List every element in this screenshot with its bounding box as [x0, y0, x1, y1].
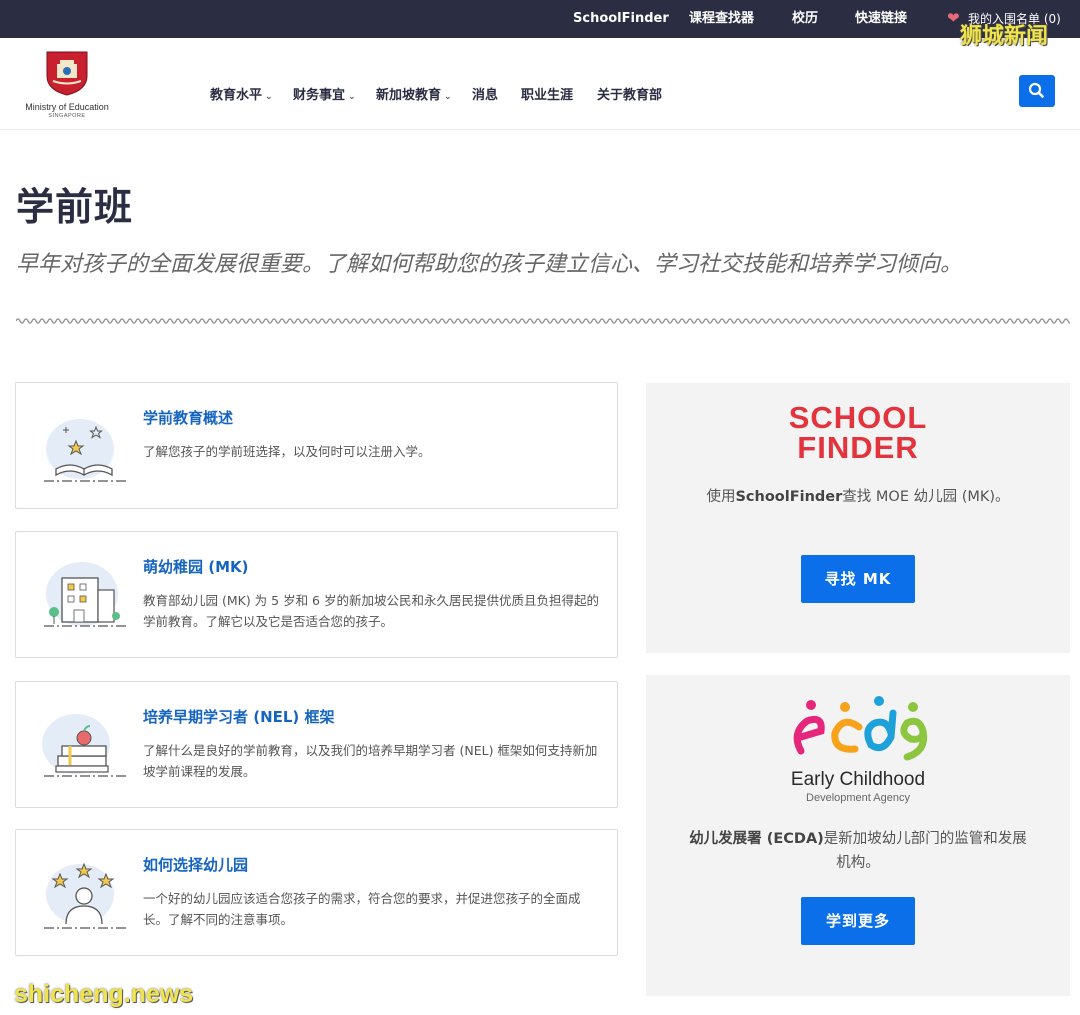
nav-education-levels[interactable]: 教育水平 ⌄ — [210, 86, 273, 106]
page-lead: 早年对孩子的全面发展很重要。了解如何帮助您的孩子建立信心、学习社交技能和培养学习… — [16, 252, 963, 277]
nav-label: 财务事宜 — [293, 88, 346, 103]
card-preschool-overview[interactable]: 学前教育概述 了解您孩子的学前班选择，以及何时可以注册入学。 — [15, 382, 618, 509]
search-button[interactable] — [1019, 75, 1055, 107]
page-title: 学前班 — [16, 185, 134, 229]
topbar-link-course-finder[interactable]: 课程查找器 — [689, 0, 754, 38]
card-title[interactable]: 萌幼稚园 (MK) — [143, 556, 248, 577]
nav-singapore-education[interactable]: 新加坡教育 ⌄ — [376, 86, 452, 106]
ecda-logo-name: Early Childhood — [790, 769, 926, 790]
text-bold: 幼儿发展署 (ECDA) — [689, 831, 824, 847]
find-mk-button[interactable]: 寻找 MK — [801, 555, 915, 603]
nav-label: 新加坡教育 — [376, 88, 442, 103]
watermark-bottom: shicheng.news — [14, 980, 194, 1008]
text-bold: SchoolFinder — [735, 489, 843, 505]
schoolfinder-panel: SCHOOL FINDER 使用SchoolFinder查找 MOE 幼儿园 (… — [646, 383, 1070, 653]
card-title[interactable]: 培养早期学习者 (NEL) 框架 — [143, 706, 335, 727]
card-choose-kindergarten[interactable]: 如何选择幼儿园 一个好的幼儿园应该适合您孩子的需求，符合您的要求，并促进您孩子的… — [15, 829, 618, 956]
ecda-logo-icon[interactable] — [783, 693, 933, 765]
card-title[interactable]: 如何选择幼儿园 — [143, 854, 248, 875]
schoolfinder-text: 使用SchoolFinder查找 MOE 幼儿园 (MK)。 — [686, 485, 1030, 509]
watermark-top: 狮城新闻 — [960, 24, 1049, 49]
text-suffix: 是新加坡幼儿部门的监管和发展机构。 — [823, 831, 1027, 871]
wavy-divider — [16, 318, 1070, 324]
topbar-link-schoolfinder[interactable]: SchoolFinder — [573, 0, 669, 38]
nav-financial-matters[interactable]: 财务事宜 ⌄ — [293, 86, 356, 106]
org-name: Ministry of Education — [25, 102, 109, 112]
card-moe-kindergarten[interactable]: 萌幼稚园 (MK) 教育部幼儿园 (MK) 为 5 岁和 6 岁的新加坡公民和永… — [15, 531, 618, 658]
books-apple-icon — [42, 714, 126, 777]
moe-crest-icon[interactable] — [44, 50, 90, 96]
ecda-logo-subtitle: Development Agency — [806, 792, 910, 804]
card-description: 了解您孩子的学前班选择，以及何时可以注册入学。 — [143, 444, 431, 459]
topbar-link-quick-links[interactable]: 快速链接 — [855, 0, 907, 38]
nav-about-moe[interactable]: 关于教育部 — [597, 86, 662, 106]
nav-label: 教育水平 — [210, 88, 263, 103]
schoolfinder-logo[interactable]: SCHOOL FINDER — [782, 400, 934, 467]
site-header: Ministry of Education SINGAPORE 教育水平 ⌄ 财务… — [0, 38, 1080, 130]
utility-bar: SchoolFinder 课程查找器 校历 快速链接 ❤ 我的入围名单 (0) — [0, 0, 1080, 38]
text-suffix: 查找 MOE 幼儿园 (MK)。 — [842, 489, 1010, 505]
child-stars-icon — [44, 862, 126, 929]
card-description: 一个好的幼儿园应该适合您孩子的需求，符合您的要求，并促进您孩子的全面成长。了解不… — [143, 891, 581, 927]
search-icon — [1028, 82, 1044, 98]
card-nel-framework[interactable]: 培养早期学习者 (NEL) 框架 了解什么是良好的学前教育，以及我们的培养早期学… — [15, 681, 618, 808]
schoolfinder-logo-line2: FINDER — [797, 430, 919, 465]
card-description: 教育部幼儿园 (MK) 为 5 岁和 6 岁的新加坡公民和永久居民提供优质且负担… — [143, 593, 599, 629]
nav-careers[interactable]: 职业生涯 — [521, 86, 573, 106]
chevron-down-icon: ⌄ — [265, 92, 273, 102]
nav-news[interactable]: 消息 — [472, 86, 498, 106]
schoolfinder-logo-line1: SCHOOL — [788, 400, 928, 435]
ecda-text: 幼儿发展署 (ECDA)是新加坡幼儿部门的监管和发展机构。 — [686, 827, 1030, 875]
card-title[interactable]: 学前教育概述 — [143, 407, 233, 428]
open-book-stars-icon — [44, 419, 126, 482]
chevron-down-icon: ⌄ — [444, 92, 452, 102]
school-building-icon — [44, 562, 126, 627]
card-description: 了解什么是良好的学前教育，以及我们的培养早期学习者 (NEL) 框架如何支持新加… — [143, 743, 598, 779]
topbar-link-calendar[interactable]: 校历 — [792, 0, 818, 38]
chevron-down-icon: ⌄ — [348, 92, 356, 102]
text-prefix: 使用 — [706, 489, 736, 505]
ecda-panel: Early Childhood Development Agency 幼儿发展署… — [646, 675, 1070, 996]
org-country: SINGAPORE — [48, 113, 86, 119]
learn-more-button[interactable]: 学到更多 — [801, 897, 915, 945]
